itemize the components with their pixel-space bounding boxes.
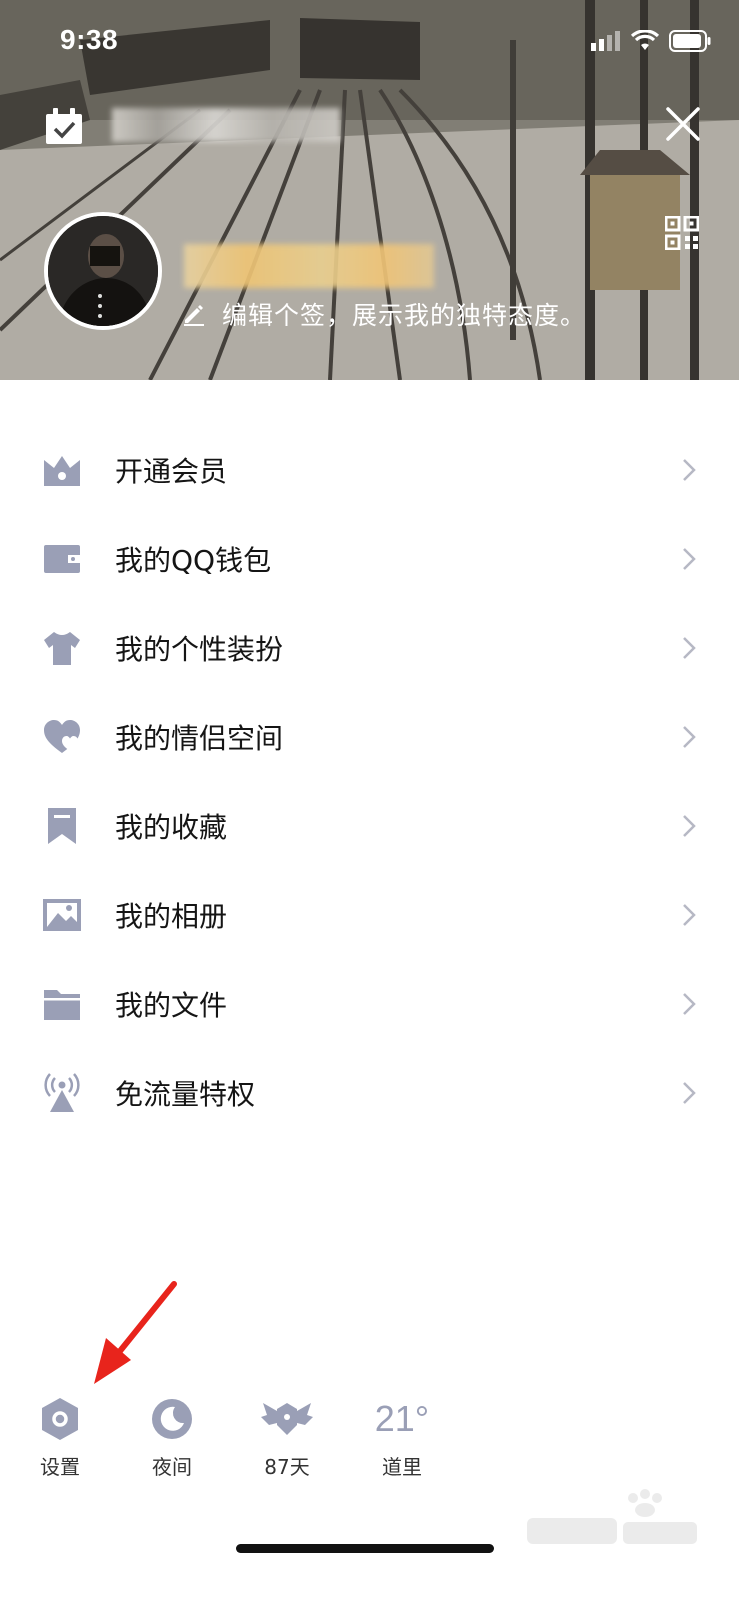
home-indicator[interactable]	[236, 1544, 494, 1553]
days-label: 87天	[264, 1455, 310, 1479]
night-mode-button[interactable]: 夜间	[127, 1393, 217, 1480]
menu-label: 免流量特权	[115, 1077, 256, 1111]
baidu-watermark-logo	[527, 1489, 697, 1544]
side-menu: 开通会员 我的QQ钱包 我的个性装扮 我的情侣空间 我的收藏 我的相册 我的文件…	[0, 425, 739, 1137]
menu-label: 我的收藏	[115, 810, 228, 844]
menu-label: 我的QQ钱包	[115, 543, 272, 577]
photo-icon	[43, 898, 81, 931]
profile-cover: 9:38 编辑个签，展示我的独特态度。	[0, 0, 739, 380]
tshirt-icon	[44, 631, 80, 665]
menu-label: 开通会员	[115, 454, 228, 488]
status-icons	[591, 30, 711, 52]
menu-label: 我的个性装扮	[115, 632, 284, 666]
menu-label: 我的相册	[115, 899, 228, 933]
avatar-photo	[48, 216, 158, 326]
blurred-account-name	[112, 108, 340, 142]
chevron-right-icon	[683, 1081, 696, 1104]
weather-city-label: 道里	[382, 1455, 422, 1479]
wallet-icon	[44, 544, 80, 573]
menu-item-couple-space[interactable]: 我的情侣空间	[0, 692, 739, 781]
chevron-right-icon	[683, 903, 696, 926]
menu-item-free-data[interactable]: 免流量特权	[0, 1048, 739, 1137]
chevron-right-icon	[683, 547, 696, 570]
winged-badge-icon	[261, 1403, 313, 1435]
signal-tower-icon	[44, 1072, 80, 1112]
cellular-signal-icon	[591, 31, 620, 51]
menu-item-album[interactable]: 我的相册	[0, 870, 739, 959]
wifi-icon	[631, 30, 659, 50]
hearts-icon	[44, 719, 80, 753]
menu-label: 我的文件	[115, 988, 228, 1022]
qr-code-icon[interactable]	[665, 216, 699, 250]
settings-hexagon-icon	[42, 1398, 78, 1440]
menu-item-dressup[interactable]: 我的个性装扮	[0, 603, 739, 692]
moon-icon	[152, 1399, 192, 1439]
chevron-right-icon	[683, 636, 696, 659]
chevron-right-icon	[683, 992, 696, 1015]
menu-item-favorites[interactable]: 我的收藏	[0, 781, 739, 870]
avatar[interactable]	[44, 212, 162, 330]
bookmark-icon	[48, 807, 76, 844]
blurred-nickname	[184, 244, 434, 288]
signature-text: 编辑个签，展示我的独特态度。	[222, 301, 587, 330]
menu-label: 我的情侣空间	[115, 721, 284, 755]
temperature-value: 21°	[374, 1398, 430, 1439]
settings-label: 设置	[40, 1455, 80, 1479]
menu-item-wallet[interactable]: 我的QQ钱包	[0, 514, 739, 603]
chevron-right-icon	[683, 458, 696, 481]
close-icon[interactable]	[665, 106, 701, 142]
battery-icon	[669, 30, 711, 52]
settings-button[interactable]: 设置	[15, 1393, 105, 1480]
menu-item-files[interactable]: 我的文件	[0, 959, 739, 1048]
weather-button[interactable]: 21° 道里	[357, 1393, 447, 1480]
pencil-icon	[184, 305, 204, 326]
folder-icon	[44, 989, 80, 1020]
chevron-right-icon	[683, 814, 696, 837]
night-mode-label: 夜间	[152, 1455, 192, 1479]
calendar-check-icon[interactable]	[44, 108, 84, 146]
chevron-right-icon	[683, 725, 696, 748]
menu-item-vip[interactable]: 开通会员	[0, 425, 739, 514]
bottom-toolbar: 设置 夜间 87天 21° 道里	[0, 1393, 739, 1503]
days-button[interactable]: 87天	[242, 1393, 332, 1480]
vip-crown-icon	[44, 455, 80, 486]
signature-row[interactable]: 编辑个签，展示我的独特态度。	[182, 296, 586, 332]
status-time: 9:38	[60, 24, 119, 55]
